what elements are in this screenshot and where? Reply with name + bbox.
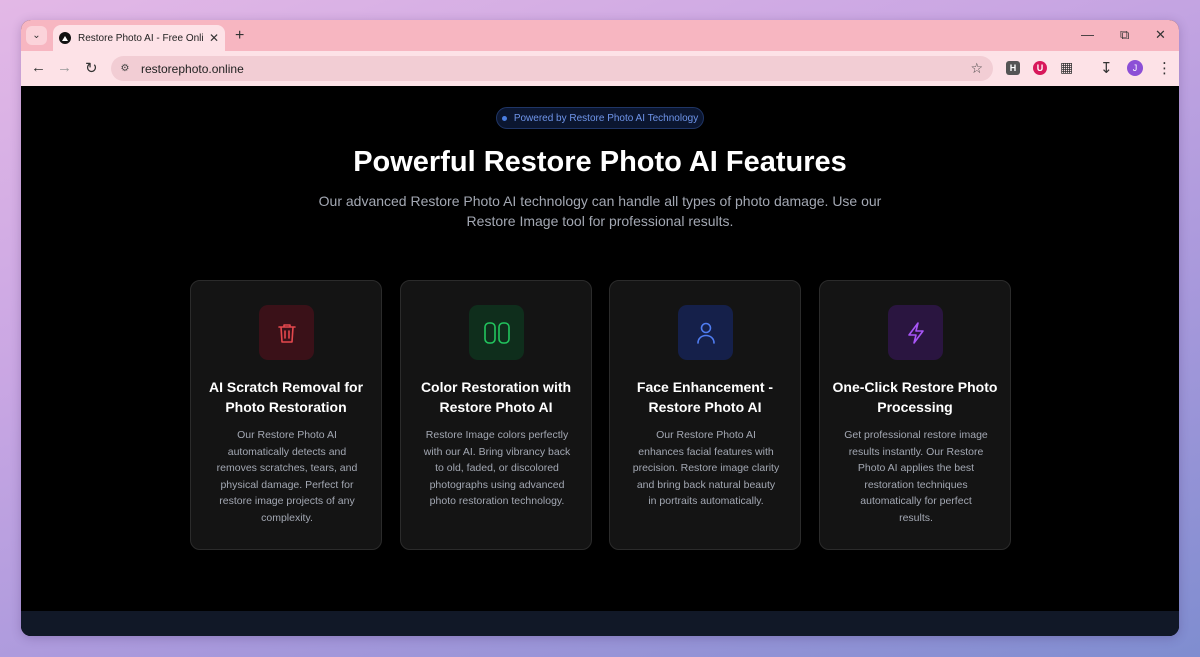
page-title: Powerful Restore Photo AI Features (353, 146, 847, 178)
browser-toolbar: ← → ↻ ⚙ restorephoto.online ☆ H U ▦ ↧ J … (21, 51, 1179, 86)
extensions-puzzle-icon[interactable]: ▦ (1060, 59, 1073, 76)
download-icon[interactable]: ↧ (1100, 59, 1113, 77)
columns-icon (469, 305, 524, 360)
feature-card-one-click: One-Click Restore Photo Processing Get p… (819, 280, 1011, 550)
feature-title: Color Restoration with Restore Photo AI (420, 379, 572, 415)
tab-title: Restore Photo AI - Free Online I (78, 32, 203, 44)
reload-icon[interactable]: ↻ (85, 59, 98, 77)
trash-icon (259, 305, 314, 360)
browser-window: ⌄ Restore Photo AI - Free Online I ✕ + —… (21, 20, 1179, 636)
feature-title: AI Scratch Removal for Photo Restoration (208, 379, 364, 415)
feature-card-face-enhancement: Face Enhancement - Restore Photo AI Our … (609, 280, 801, 550)
badge-text: Powered by Restore Photo AI Technology (513, 112, 699, 124)
profile-avatar[interactable]: J (1127, 60, 1143, 76)
feature-description: Get professional restore image results i… (844, 429, 988, 524)
badge-dot-icon (501, 115, 507, 121)
back-arrow-icon[interactable]: ← (31, 59, 46, 76)
chevron-down-icon: ⌄ (32, 30, 41, 41)
address-bar[interactable]: ⚙ restorephoto.online ☆ (111, 56, 993, 81)
feature-title: One-Click Restore Photo Processing (832, 379, 998, 415)
menu-kebab-icon[interactable]: ⋮ (1157, 59, 1172, 77)
tab-search-button[interactable]: ⌄ (26, 26, 47, 45)
tab-strip: ⌄ Restore Photo AI - Free Online I ✕ + —… (21, 20, 1179, 51)
bookmark-star-icon[interactable]: ☆ (970, 60, 983, 77)
feature-description: Our Restore Photo AI enhances facial fea… (632, 429, 780, 507)
close-tab-icon[interactable]: ✕ (209, 31, 219, 45)
lightning-icon (888, 305, 943, 360)
tab-active[interactable]: Restore Photo AI - Free Online I ✕ (53, 25, 225, 51)
url-text: restorephoto.online (141, 61, 244, 76)
feature-title: Face Enhancement - Restore Photo AI (636, 379, 774, 415)
feature-description: Our Restore Photo AI automatically detec… (216, 429, 358, 524)
shield-extension-icon[interactable]: U (1033, 61, 1047, 75)
site-info-icon[interactable]: ⚙ (117, 61, 133, 77)
page-content: Powered by Restore Photo AI Technology P… (21, 86, 1179, 636)
footer-strip (21, 611, 1179, 636)
minimize-icon[interactable]: — (1081, 27, 1094, 42)
feature-card-color-restoration: Color Restoration with Restore Photo AI … (400, 280, 592, 550)
forward-arrow-icon[interactable]: → (57, 59, 72, 76)
feature-card-scratch-removal: AI Scratch Removal for Photo Restoration… (190, 280, 382, 550)
page-subtitle: Our advanced Restore Photo AI technology… (318, 193, 882, 229)
h-extension-icon[interactable]: H (1006, 61, 1020, 75)
user-icon (678, 305, 733, 360)
new-tab-button[interactable]: + (235, 27, 244, 45)
feature-description: Restore Image colors perfectly with our … (423, 429, 571, 507)
site-favicon-icon (59, 32, 71, 44)
close-window-icon[interactable]: ✕ (1155, 27, 1166, 43)
powered-by-badge: Powered by Restore Photo AI Technology (496, 107, 704, 129)
restore-window-icon[interactable]: ⧉ (1120, 27, 1129, 43)
